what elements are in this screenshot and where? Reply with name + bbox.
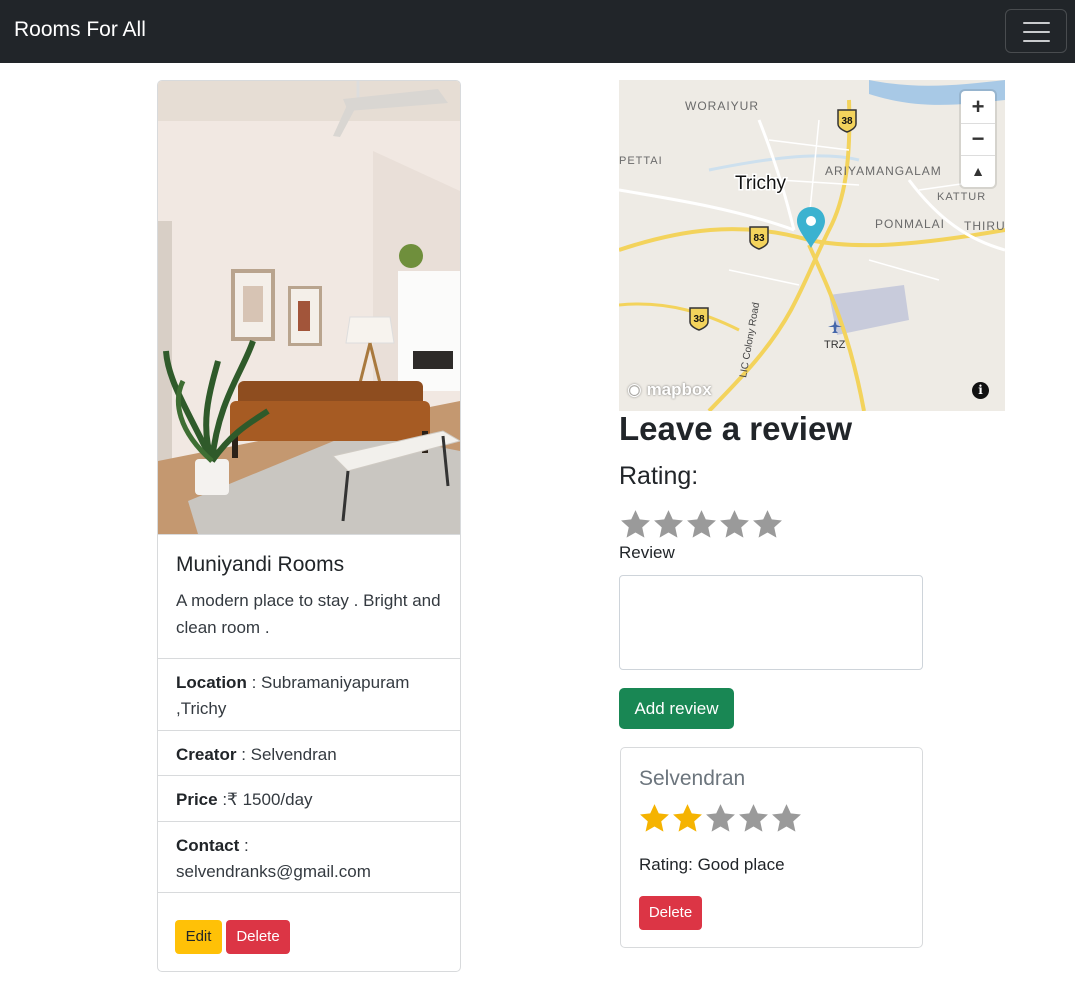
map-label-kattur: KATTUR: [937, 191, 986, 203]
listing-card-body: Muniyandi Rooms A modern place to stay .…: [158, 534, 460, 658]
zoom-in-button[interactable]: +: [961, 91, 995, 123]
listing-title: Muniyandi Rooms: [176, 553, 345, 576]
review-text: Rating: Good place: [639, 855, 785, 874]
star-empty-icon[interactable]: [718, 508, 751, 541]
map-label-woraiyur: WORAIYUR: [685, 99, 759, 113]
map-label-lic-colony-road: LIC Colony Road: [738, 302, 762, 379]
delete-review-button[interactable]: Delete: [639, 896, 702, 930]
map-label-ariyamangalam: ARIYAMANGALAM: [825, 164, 942, 178]
brand-link[interactable]: Rooms For All: [14, 18, 146, 42]
hamburger-icon: [1023, 22, 1050, 24]
map-label-trz: TRZ: [824, 339, 846, 351]
star-empty-icon: [706, 804, 735, 832]
road-shield-label: 38: [693, 314, 705, 325]
map-label-pettai: PETTAI: [619, 155, 663, 167]
location-label: Location: [176, 673, 247, 692]
delete-listing-button[interactable]: Delete: [226, 920, 290, 954]
creator-label: Creator: [176, 745, 237, 764]
leave-review-heading: Leave a review: [619, 410, 852, 447]
listing-card: Muniyandi Rooms A modern place to stay .…: [157, 80, 461, 972]
add-review-button[interactable]: Add review: [619, 688, 734, 729]
review-author: Selvendran: [639, 767, 746, 790]
review-label: Review: [619, 543, 675, 562]
location-item: Location : Subramaniyapuram ,Trichy: [158, 658, 460, 730]
road-shield-icon: 83: [749, 226, 769, 250]
map-controls: + − ▲: [961, 91, 995, 187]
rating-input[interactable]: [619, 508, 784, 541]
road-shield-label: 83: [753, 233, 765, 244]
star-empty-icon[interactable]: [685, 508, 718, 541]
hamburger-icon: [1023, 31, 1050, 33]
star-empty-icon: [739, 804, 768, 832]
map-label-ponmalai: PONMALAI: [875, 217, 945, 231]
star-empty-icon[interactable]: [652, 508, 685, 541]
star-filled-icon: [673, 804, 702, 832]
rating-label: Rating:: [619, 462, 699, 490]
creator-item: Creator : Selvendran: [158, 730, 460, 775]
compass-button[interactable]: ▲: [961, 155, 995, 187]
star-filled-icon: [640, 804, 669, 832]
map[interactable]: WORAIYUR PETTAI Trichy ARIYAMANGALAM KAT…: [619, 80, 1005, 411]
contact-item: Contact : selvendranks@gmail.com: [158, 821, 460, 893]
info-icon[interactable]: i: [972, 382, 989, 399]
price-item: Price :₹ 1500/day: [158, 775, 460, 821]
contact-label: Contact: [176, 836, 240, 855]
map-label-trichy: Trichy: [735, 173, 787, 194]
review-card: Selvendran Rating: Good place Delete: [620, 747, 923, 948]
star-empty-icon[interactable]: [619, 508, 652, 541]
star-empty-icon[interactable]: [751, 508, 784, 541]
map-label-thiru: THIRU: [964, 219, 1005, 233]
road-shield-icon: 38: [837, 109, 857, 133]
mapbox-logo-text: mapbox: [646, 380, 712, 399]
hamburger-icon: [1023, 40, 1050, 42]
price-value: :₹ 1500/day: [217, 790, 313, 809]
road-shield-icon: 38: [689, 307, 709, 331]
price-label: Price: [176, 790, 218, 809]
mapbox-logo[interactable]: ◉ mapbox: [627, 380, 712, 400]
room-photo: [158, 81, 460, 534]
review-rating: [638, 802, 803, 835]
review-textarea[interactable]: [619, 575, 923, 670]
edit-button[interactable]: Edit: [175, 920, 222, 954]
navbar: Rooms For All: [0, 0, 1075, 63]
road-shield-label: 38: [841, 116, 853, 127]
listing-description: A modern place to stay . Bright and clea…: [176, 591, 441, 637]
zoom-out-button[interactable]: −: [961, 123, 995, 155]
menu-toggle-button[interactable]: [1005, 9, 1067, 53]
star-empty-icon: [772, 804, 801, 832]
creator-value: : Selvendran: [236, 745, 337, 764]
